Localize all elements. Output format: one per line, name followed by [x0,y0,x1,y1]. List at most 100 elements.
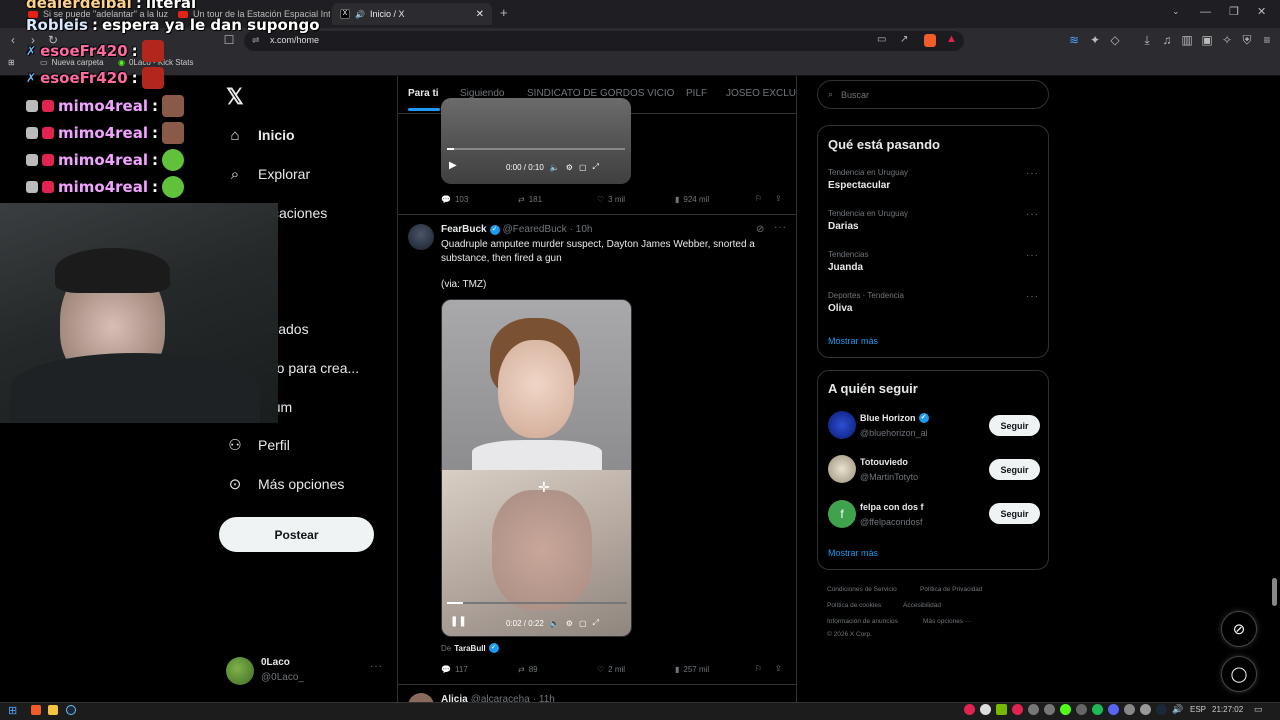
more-icon[interactable]: ··· [774,222,787,233]
bookmark-page-icon[interactable]: ☐ [222,33,236,47]
language-indicator[interactable]: ESP [1190,705,1206,714]
extensions-icon[interactable]: ✦ [1088,33,1102,47]
author-name[interactable]: FearBuck [441,224,487,235]
volume-icon[interactable]: 🔈 [550,619,560,628]
tweet-time[interactable]: · 10h [570,224,593,235]
menu-icon[interactable]: ≡ [1260,33,1274,47]
more-icon[interactable]: ··· [1026,250,1039,261]
views-button[interactable]: ▮ 257 mil [675,665,709,674]
music-icon[interactable]: ♫ [1160,33,1174,47]
settings-icon[interactable]: ⚙ [566,163,573,172]
repost-button[interactable]: ⇄ 89 [518,665,538,674]
kick-icon[interactable] [1060,704,1071,715]
bookmark-button[interactable]: ⚐ [755,194,762,203]
follow-name[interactable]: Blue Horizon ✓ [860,413,929,423]
share-icon[interactable]: ↗ [900,34,908,45]
tab-list[interactable]: SINDICATO DE GORDOS VICIO [527,88,674,99]
steam-taskbar-icon[interactable] [66,705,76,715]
avatar[interactable] [408,224,434,250]
show-more-link[interactable]: Mostrar más [828,336,878,346]
account-switcher[interactable]: 0Laco @0Laco_ ··· [226,655,394,687]
share-button[interactable]: ⇪ [775,664,782,673]
reply-button[interactable]: 💬 117 [441,665,468,674]
address-bar[interactable]: ⇌ x.com/home ▭ ↗ ▲ [244,31,964,51]
reply-button[interactable]: 💬 103 [441,195,468,204]
trend-item[interactable]: Tendencia en Uruguay Darias ··· [828,209,1040,232]
tray-icon[interactable] [1012,704,1023,715]
avatar[interactable]: f [828,500,856,528]
fullscreen-icon[interactable]: ⤢ [593,618,599,628]
views-button[interactable]: ▮ 924 mil [675,195,709,204]
tab-siguiendo[interactable]: Siguiendo [460,88,504,99]
video-player[interactable]: ✛ ❚❚ 0:02 / 0:22 🔈 ⚙ ▢ ⤢ [441,299,632,637]
tray-icon[interactable] [964,704,975,715]
apps-icon[interactable]: ⊞ [8,58,15,67]
sidebar-item-inicio[interactable]: ⌂ Inicio [226,119,294,151]
wallet-icon[interactable]: ◇ [1108,33,1122,47]
site-info-icon[interactable]: ⇌ [252,35,260,46]
sidebar-item-explorar[interactable]: ⌕ Explorar [226,158,310,190]
back-icon[interactable]: ‹ [6,33,20,47]
minimize-button[interactable]: — [1200,6,1211,18]
trend-item[interactable]: Tendencia en Uruguay Espectacular ··· [828,168,1040,191]
show-more-link[interactable]: Mostrar más [828,548,878,558]
close-icon[interactable]: ✕ [476,9,484,20]
source-link[interactable]: TaraBull [454,644,485,653]
messages-fab[interactable]: ◯ [1221,656,1257,692]
x-logo-icon[interactable]: 𝕏 [226,84,244,110]
pip-icon[interactable]: ▢ [579,163,587,172]
audio-wave-icon[interactable]: ≋ [1067,33,1081,47]
grok-fab[interactable]: ⊘ [1221,611,1257,647]
follow-button[interactable]: Seguir [989,459,1040,480]
more-icon[interactable]: ··· [1026,168,1039,179]
bookmark-button[interactable]: ⚐ [755,664,762,673]
chevron-down-icon[interactable]: ⌄ [1172,6,1180,17]
tab-list[interactable]: JOSEO EXCLUSI [726,88,796,99]
volume-icon[interactable]: 🔊 [1172,704,1183,715]
spotify-icon[interactable] [1092,704,1103,715]
wallet2-icon[interactable]: ▣ [1200,33,1214,47]
tray-icon[interactable] [980,704,991,715]
scrollbar[interactable] [1272,578,1277,606]
footer-link[interactable]: Política de cookies [827,602,881,609]
window-close-button[interactable]: ✕ [1257,5,1266,18]
cast-icon[interactable]: ▭ [877,34,886,45]
search-input[interactable]: ⌕ Buscar [817,80,1049,109]
tab-para-ti[interactable]: Para ti [408,88,439,99]
repost-button[interactable]: ⇄ 181 [518,195,542,204]
video-progress[interactable] [447,148,625,150]
explorer-taskbar-icon[interactable] [48,705,58,715]
sidebar-item-perfil[interactable]: ⚇ Perfil [226,429,290,461]
brave-taskbar-icon[interactable] [31,705,41,715]
more-icon[interactable]: ··· [1026,209,1039,220]
sidebar-item-mas-opciones[interactable]: ⊙ Más opciones [226,468,345,500]
fullscreen-icon[interactable]: ⤢ [593,162,599,172]
video-player[interactable]: ▶ 0:00 / 0:10 🔈 ⚙ ▢ ⤢ [441,98,631,184]
more-icon[interactable]: ··· [1026,291,1039,302]
tray-icon[interactable] [1124,704,1135,715]
avatar[interactable] [828,411,856,439]
post-button[interactable]: Postear [219,517,374,552]
tray-icon[interactable] [1044,704,1055,715]
nvidia-icon[interactable] [996,704,1007,715]
footer-link[interactable]: Más opciones ··· [923,618,971,625]
follow-name[interactable]: felpa con dos f [860,502,924,512]
tray-icon[interactable] [1076,704,1087,715]
settings-icon[interactable]: ⚙ [566,619,573,628]
tray-icon[interactable] [1028,704,1039,715]
vpn-icon[interactable]: ⛨ [1240,33,1254,47]
more-icon[interactable]: ··· [370,661,383,672]
tab-list[interactable]: PILF [686,88,707,99]
play-icon[interactable]: ▶ [449,160,457,171]
video-progress[interactable] [447,602,627,604]
pause-icon[interactable]: ❚❚ [450,616,467,627]
tray-icon[interactable] [1140,704,1151,715]
footer-link[interactable]: Accesibilidad [903,602,941,609]
avatar[interactable] [828,455,856,483]
like-button[interactable]: ♡ 3 mil [597,195,625,204]
trend-item[interactable]: Tendencias Juanda ··· [828,250,1040,273]
like-button[interactable]: ♡ 2 mil [597,665,625,674]
clock[interactable]: 21:27:02 [1212,705,1243,714]
share-button[interactable]: ⇪ [775,194,782,203]
download-icon[interactable]: ⤓ [1140,33,1154,47]
